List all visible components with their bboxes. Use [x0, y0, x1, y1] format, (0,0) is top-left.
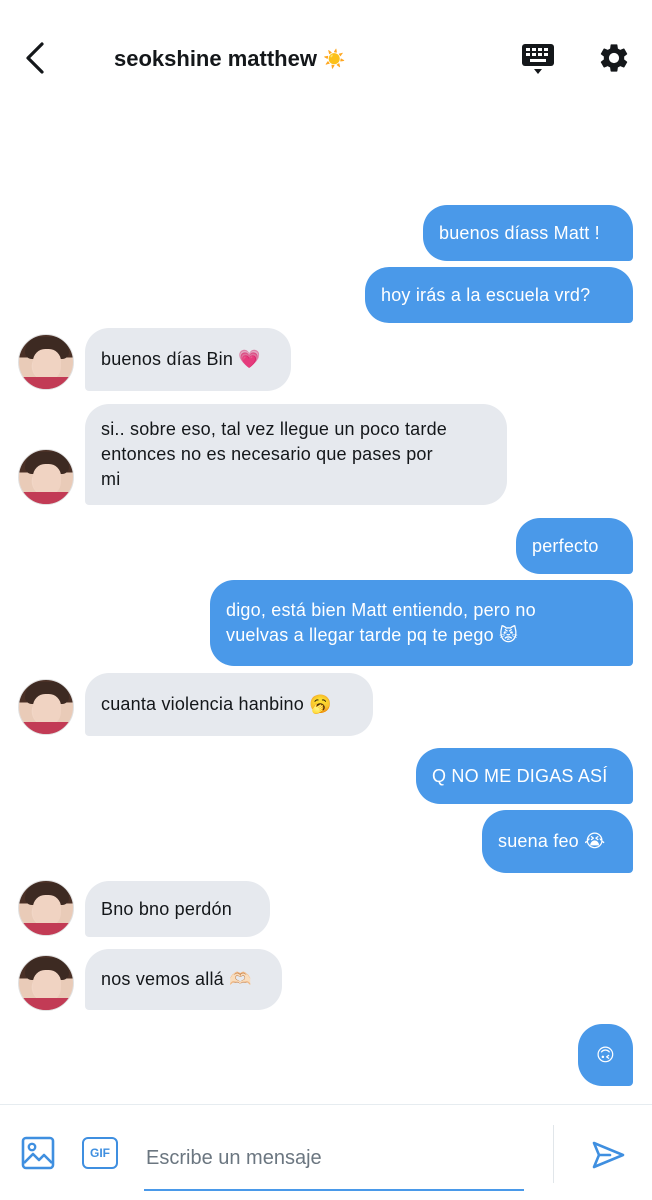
avatar[interactable]: [18, 449, 74, 505]
message-bubble[interactable]: perfecto: [516, 518, 633, 574]
message-bubble[interactable]: nos vemos allá 🫶🏻: [85, 949, 282, 1010]
avatar[interactable]: [18, 880, 74, 936]
send-icon: [592, 1141, 625, 1169]
message-bubble[interactable]: Bno bno perdón: [85, 881, 270, 937]
message-bubble[interactable]: si.. sobre eso, tal vez llegue un poco t…: [85, 404, 507, 505]
send-button[interactable]: [588, 1135, 628, 1175]
message-composer: GIF: [0, 1104, 652, 1200]
gif-button[interactable]: GIF: [82, 1137, 118, 1169]
add-image-button[interactable]: [20, 1135, 56, 1171]
message-thread[interactable]: buenos díass Matt ! hoy irás a la escuel…: [0, 0, 652, 1100]
composer-divider: [553, 1125, 554, 1183]
message-bubble[interactable]: cuanta violencia hanbino 🥱: [85, 673, 373, 736]
message-bubble[interactable]: hoy irás a la escuela vrd?: [365, 267, 633, 323]
message-bubble[interactable]: 🙃: [578, 1024, 633, 1086]
avatar[interactable]: [18, 955, 74, 1011]
message-bubble[interactable]: buenos díass Matt !: [423, 205, 633, 261]
message-input[interactable]: [144, 1127, 524, 1191]
avatar[interactable]: [18, 679, 74, 735]
message-bubble[interactable]: digo, está bien Matt entiendo, pero no v…: [210, 580, 633, 666]
image-icon: [21, 1136, 55, 1170]
message-bubble[interactable]: buenos días Bin 💗: [85, 328, 291, 391]
avatar[interactable]: [18, 334, 74, 390]
gif-icon: GIF: [90, 1146, 110, 1160]
message-bubble[interactable]: suena feo 😭: [482, 810, 633, 873]
message-bubble[interactable]: Q NO ME DIGAS ASÍ: [416, 748, 633, 804]
